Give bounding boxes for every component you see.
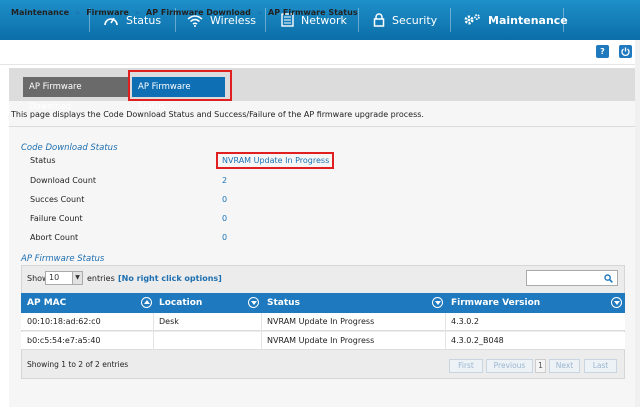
breadcrumb-separator: » — [75, 8, 81, 17]
page-number-button[interactable]: 1 — [535, 359, 546, 373]
field-label-failure-count: Failure Count — [30, 214, 83, 223]
breadcrumb: Maintenance » Firmware » AP Firmware Downloa… — [11, 8, 358, 17]
column-header-location[interactable]: Location — [153, 293, 261, 313]
nav-item-status[interactable]: Status — [103, 0, 161, 40]
cell-firmware-version: 4.3.0.2 — [451, 317, 479, 326]
nav-separator — [358, 8, 359, 32]
next-page-label: Next — [555, 361, 574, 370]
nav-item-security[interactable]: Security — [373, 0, 437, 40]
lock-icon — [373, 13, 385, 27]
field-label-status: Status — [30, 156, 56, 165]
previous-page-label: Previous — [493, 361, 526, 370]
cell-firmware-version: 4.3.0.2_B048 — [451, 336, 504, 345]
cell-location: Desk — [159, 317, 179, 326]
first-page-label: First — [458, 361, 474, 370]
tab-ap-firmware-download[interactable]: AP Firmware Download — [23, 77, 129, 112]
nav-item-maintenance[interactable]: Maintenance — [463, 0, 568, 40]
sort-icon[interactable] — [432, 297, 443, 308]
breadcrumb-bar — [0, 40, 640, 65]
top-navigation: Status Wireless Network Security Mainten… — [0, 0, 640, 40]
field-value-abort-count: 0 — [222, 233, 228, 242]
breadcrumb-item-current: AP Firmware Status — [268, 8, 358, 17]
scrollbar[interactable] — [635, 40, 640, 407]
nav-separator — [563, 8, 564, 32]
field-value-download-count: 2 — [222, 176, 228, 185]
page-size-select[interactable]: 10 ▼ — [45, 271, 83, 285]
highlight-box — [128, 70, 232, 101]
cell-ap-mac: 00:10:18:ad:62:c0 — [27, 317, 101, 326]
entries-label: entries — [87, 274, 115, 283]
divider — [9, 126, 635, 127]
breadcrumb-separator: » — [256, 8, 263, 17]
field-value-failure-count: 0 — [222, 214, 228, 223]
gear-icon — [463, 13, 481, 27]
column-header-ap-mac[interactable]: AP MAC — [21, 293, 153, 313]
logout-icon — [621, 47, 630, 58]
last-page-button[interactable]: Last — [584, 359, 617, 373]
cell-ap-mac: b0:c5:54:e7:a5:40 — [27, 336, 101, 345]
field-label-download-count: Download Count — [30, 176, 97, 185]
breadcrumb-item[interactable]: Maintenance — [11, 8, 69, 17]
previous-page-button[interactable]: Previous — [486, 359, 533, 373]
sort-asc-icon[interactable] — [141, 297, 152, 308]
column-divider — [153, 313, 154, 350]
nav-separator — [450, 8, 451, 32]
highlight-box — [216, 152, 334, 169]
cell-status: NVRAM Update In Progress — [267, 317, 375, 326]
chevron-down-icon: ▼ — [72, 272, 82, 284]
nav-item-label: Security — [392, 13, 438, 27]
nav-item-wireless[interactable]: Wireless — [187, 0, 256, 40]
section-title-code-download: Code Download Status — [21, 143, 118, 153]
next-page-button[interactable]: Next — [549, 359, 580, 373]
breadcrumb-item[interactable]: Firmware — [86, 8, 129, 17]
section-title-ap-firmware-status: AP Firmware Status — [21, 254, 105, 264]
column-divider — [445, 313, 446, 350]
help-button[interactable]: ? — [596, 45, 609, 58]
sort-icon[interactable] — [248, 297, 259, 308]
page-description: This page displays the Code Download Sta… — [11, 110, 424, 119]
field-label-success-count: Succes Count — [30, 195, 85, 204]
field-label-abort-count: Abort Count — [30, 233, 79, 242]
field-value-success-count: 0 — [222, 195, 228, 204]
breadcrumb-separator: » — [134, 8, 141, 17]
column-divider — [261, 313, 262, 350]
page-number-label: 1 — [538, 361, 543, 370]
table-info: Showing 1 to 2 of 2 entries — [27, 360, 129, 369]
column-header-status[interactable]: Status — [261, 293, 445, 313]
sort-icon[interactable] — [611, 297, 622, 308]
no-right-click-note: [No right click options] — [118, 274, 222, 283]
nav-item-network[interactable]: Network — [281, 0, 347, 40]
logout-button[interactable] — [619, 45, 632, 58]
cell-status: NVRAM Update In Progress — [267, 336, 375, 345]
last-page-label: Last — [592, 361, 609, 370]
column-header-firmware-version[interactable]: Firmware Version — [445, 293, 625, 313]
page-size-value: 10 — [49, 273, 60, 282]
breadcrumb-item[interactable]: AP Firmware Download — [146, 8, 251, 17]
search-input[interactable] — [526, 270, 618, 286]
nav-item-label: Maintenance — [488, 13, 568, 27]
first-page-button[interactable]: First — [449, 359, 483, 373]
